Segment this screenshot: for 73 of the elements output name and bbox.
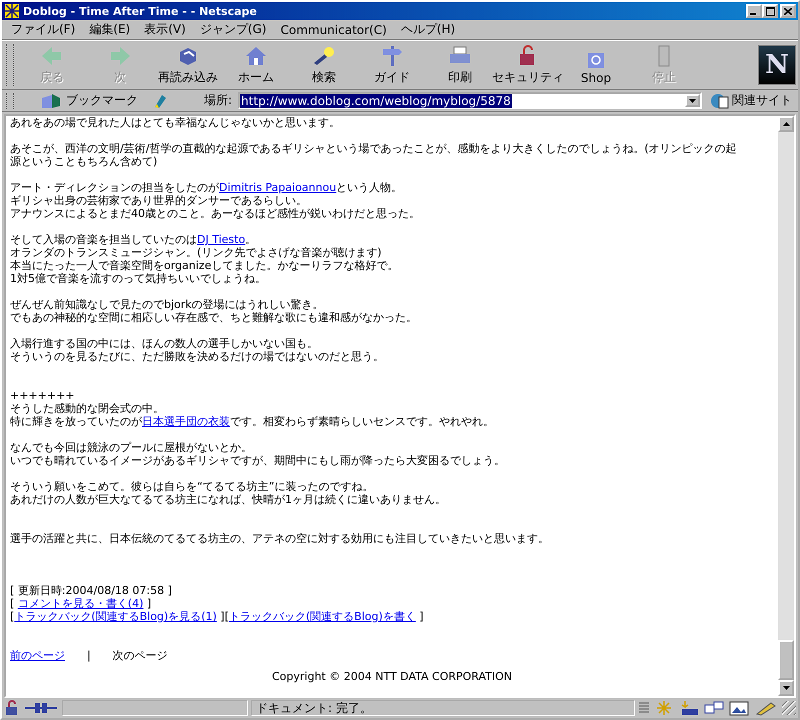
text-link[interactable]: Dimitris Papaioannou (219, 181, 336, 194)
text-line: 入場行進する国の中には、ほんの数人の選手しかいない国も。 (10, 337, 319, 350)
copyright-text: Copyright © 2004 NTT DATA CORPORATION (272, 670, 512, 683)
text-line: あそこが、西洋の文明/芸術/哲学の直截的な起源であるギリシャという場であったことが、感動をより大きくしたのでしょうね。(オリンピックの起 (10, 142, 738, 155)
toolbar-button[interactable]: セキュリティ (494, 43, 562, 87)
location-label: 場所: (204, 92, 232, 109)
text-line: [ コメントを見る・書く(4) ] (10, 597, 152, 610)
menu-item[interactable]: Communicator(C) (273, 22, 394, 36)
scroll-down-icon[interactable] (782, 686, 790, 690)
menu-item[interactable]: ファイル(F) (4, 21, 82, 38)
url-field[interactable]: http://www.doblog.com/weblog/myblog/5878 (238, 92, 702, 109)
scroll-thumb[interactable] (778, 640, 794, 680)
text-link[interactable]: 前のページ (10, 649, 65, 662)
text-line: ギリシャ出身の芸術家であり世界的ダンサーであるらしい。 (10, 194, 308, 207)
toolbar-button[interactable]: 印刷 (426, 43, 494, 87)
maximize-icon (766, 6, 774, 16)
related-sites-button[interactable]: 関連サイト (708, 92, 794, 110)
caret-icon (689, 98, 696, 102)
menu-item[interactable]: 表示(V) (137, 21, 193, 38)
text-link[interactable]: コメントを見る・書く(4) (18, 597, 144, 610)
text-line: 選手の活躍と共に、日本伝統のてるてる坊主の、アテネの空に対する効用にも注目していきたいと思います。 (10, 532, 550, 545)
text-line: 源ということもちろん含めて) (10, 155, 158, 168)
text-line: なんでも今回は競泳のプールに屋根がないとか。 (10, 441, 253, 454)
text-link[interactable]: トラックバック(関連するBlog)を書く (228, 610, 416, 623)
text-line: そういうのを見るたびに、ただ勝敗を決めるだけの場ではないのだと思う。 (10, 350, 385, 363)
text-line: オランダのトランスミュージシャン。(リンク先でよさげな音楽が聴けます) (10, 246, 383, 259)
menu-item[interactable]: ヘルプ(H) (394, 21, 462, 38)
text-line: 1対5億で音楽を流すのって気持ちいいでしょうね。 (10, 272, 267, 285)
toolbar-grip[interactable] (6, 44, 14, 86)
text-line: +++++++ (10, 389, 76, 402)
globe-page-icon (710, 92, 730, 110)
text-line: [トラックバック(関連するBlog)を見る(1) ][トラックバック(関連するBlog)を書く ] (10, 610, 425, 623)
text-link[interactable]: トラックバック(関連するBlog)を見る(1) (14, 610, 217, 623)
picture-icon[interactable] (728, 700, 750, 716)
vertical-scrollbar[interactable] (778, 116, 794, 696)
text-line: あれをあの場で見れた人はとても幸福なんじゃないかと思います。 (10, 116, 341, 129)
toolbar-grip[interactable] (6, 92, 14, 108)
menu-item[interactable]: ジャンプ(G) (192, 21, 274, 38)
text-link[interactable]: DJ Tiesto (197, 233, 246, 246)
text-line: 本当にたった一人で音楽空間をorganizeしてました。かなーりラフな格好で。 (10, 259, 400, 272)
text-line: あれだけの人数が巨大なてるてる坊主になれば、快晴が1ヶ月は続くに違いありません。 (10, 493, 447, 506)
scroll-up-icon[interactable] (782, 122, 790, 126)
close-icon (784, 8, 792, 14)
toolbar-button[interactable]: ガイド (358, 43, 426, 87)
text-line: そうした感動的な閉会式の中。 (10, 402, 165, 415)
toolbar-button[interactable]: Shop (562, 43, 630, 87)
text-line: いつでも晴れているイメージがあるギリシャですが、期間中にもし雨が降ったら大変困るでしょう。 (10, 454, 506, 467)
text-line: アナウンスによるとまだ40歳とのこと。あーなるほど感性が鋭いわけだと思った。 (10, 207, 421, 220)
resize-grip[interactable] (782, 701, 796, 715)
toolbar-button[interactable]: 再読み込み (154, 43, 222, 87)
menu-item[interactable]: 編集(E) (82, 21, 138, 38)
text-line: そして入場の音楽を担当していたのはDJ Tiesto。 (10, 233, 258, 246)
text-line: [ 更新日時:2004/08/18 07:58 ] (10, 584, 173, 597)
text-line: そういう願いをこめて。彼らは自らを“てるてる坊主”に装ったのですね。 (10, 480, 374, 493)
plug-icon (23, 701, 59, 715)
window-title: Doblog - Time After Time - - Netscape (23, 4, 257, 18)
text-line: アート・ディレクションの担当をしたのがDimitris Papaioannou という人物。 (10, 181, 404, 194)
text-line: でもあの神秘的な空間に相応しい存在感で、ちと難解な歌にも違和感がなかった。 (10, 311, 418, 324)
text-line: 前のページ | 次のページ (10, 649, 169, 662)
app-icon (4, 3, 20, 19)
padlock-icon (4, 700, 20, 716)
text-line: ぜんぜん前知識なしで見たのでbjorkの登場にはうれしい驚き。 (10, 298, 325, 311)
minimize-button[interactable] (746, 4, 762, 18)
status-text: ドキュメント: 完了。 (251, 700, 635, 716)
close-button[interactable] (780, 4, 796, 18)
text-link[interactable]: 日本選手団の衣装 (142, 415, 230, 428)
maximize-button[interactable] (762, 4, 778, 18)
toolbar-button[interactable]: ホーム (222, 43, 290, 87)
logo-icon: N (758, 45, 796, 85)
dropdown-button[interactable] (685, 94, 700, 107)
toolbar-button[interactable]: 検索 (290, 43, 358, 87)
bookmarks-button[interactable]: ブックマーク (38, 92, 140, 110)
text-line: 特に輝きを放っていたのが日本選手団の衣装です。相変わらず素晴らしいセンスです。やれやれ。 (10, 415, 495, 428)
